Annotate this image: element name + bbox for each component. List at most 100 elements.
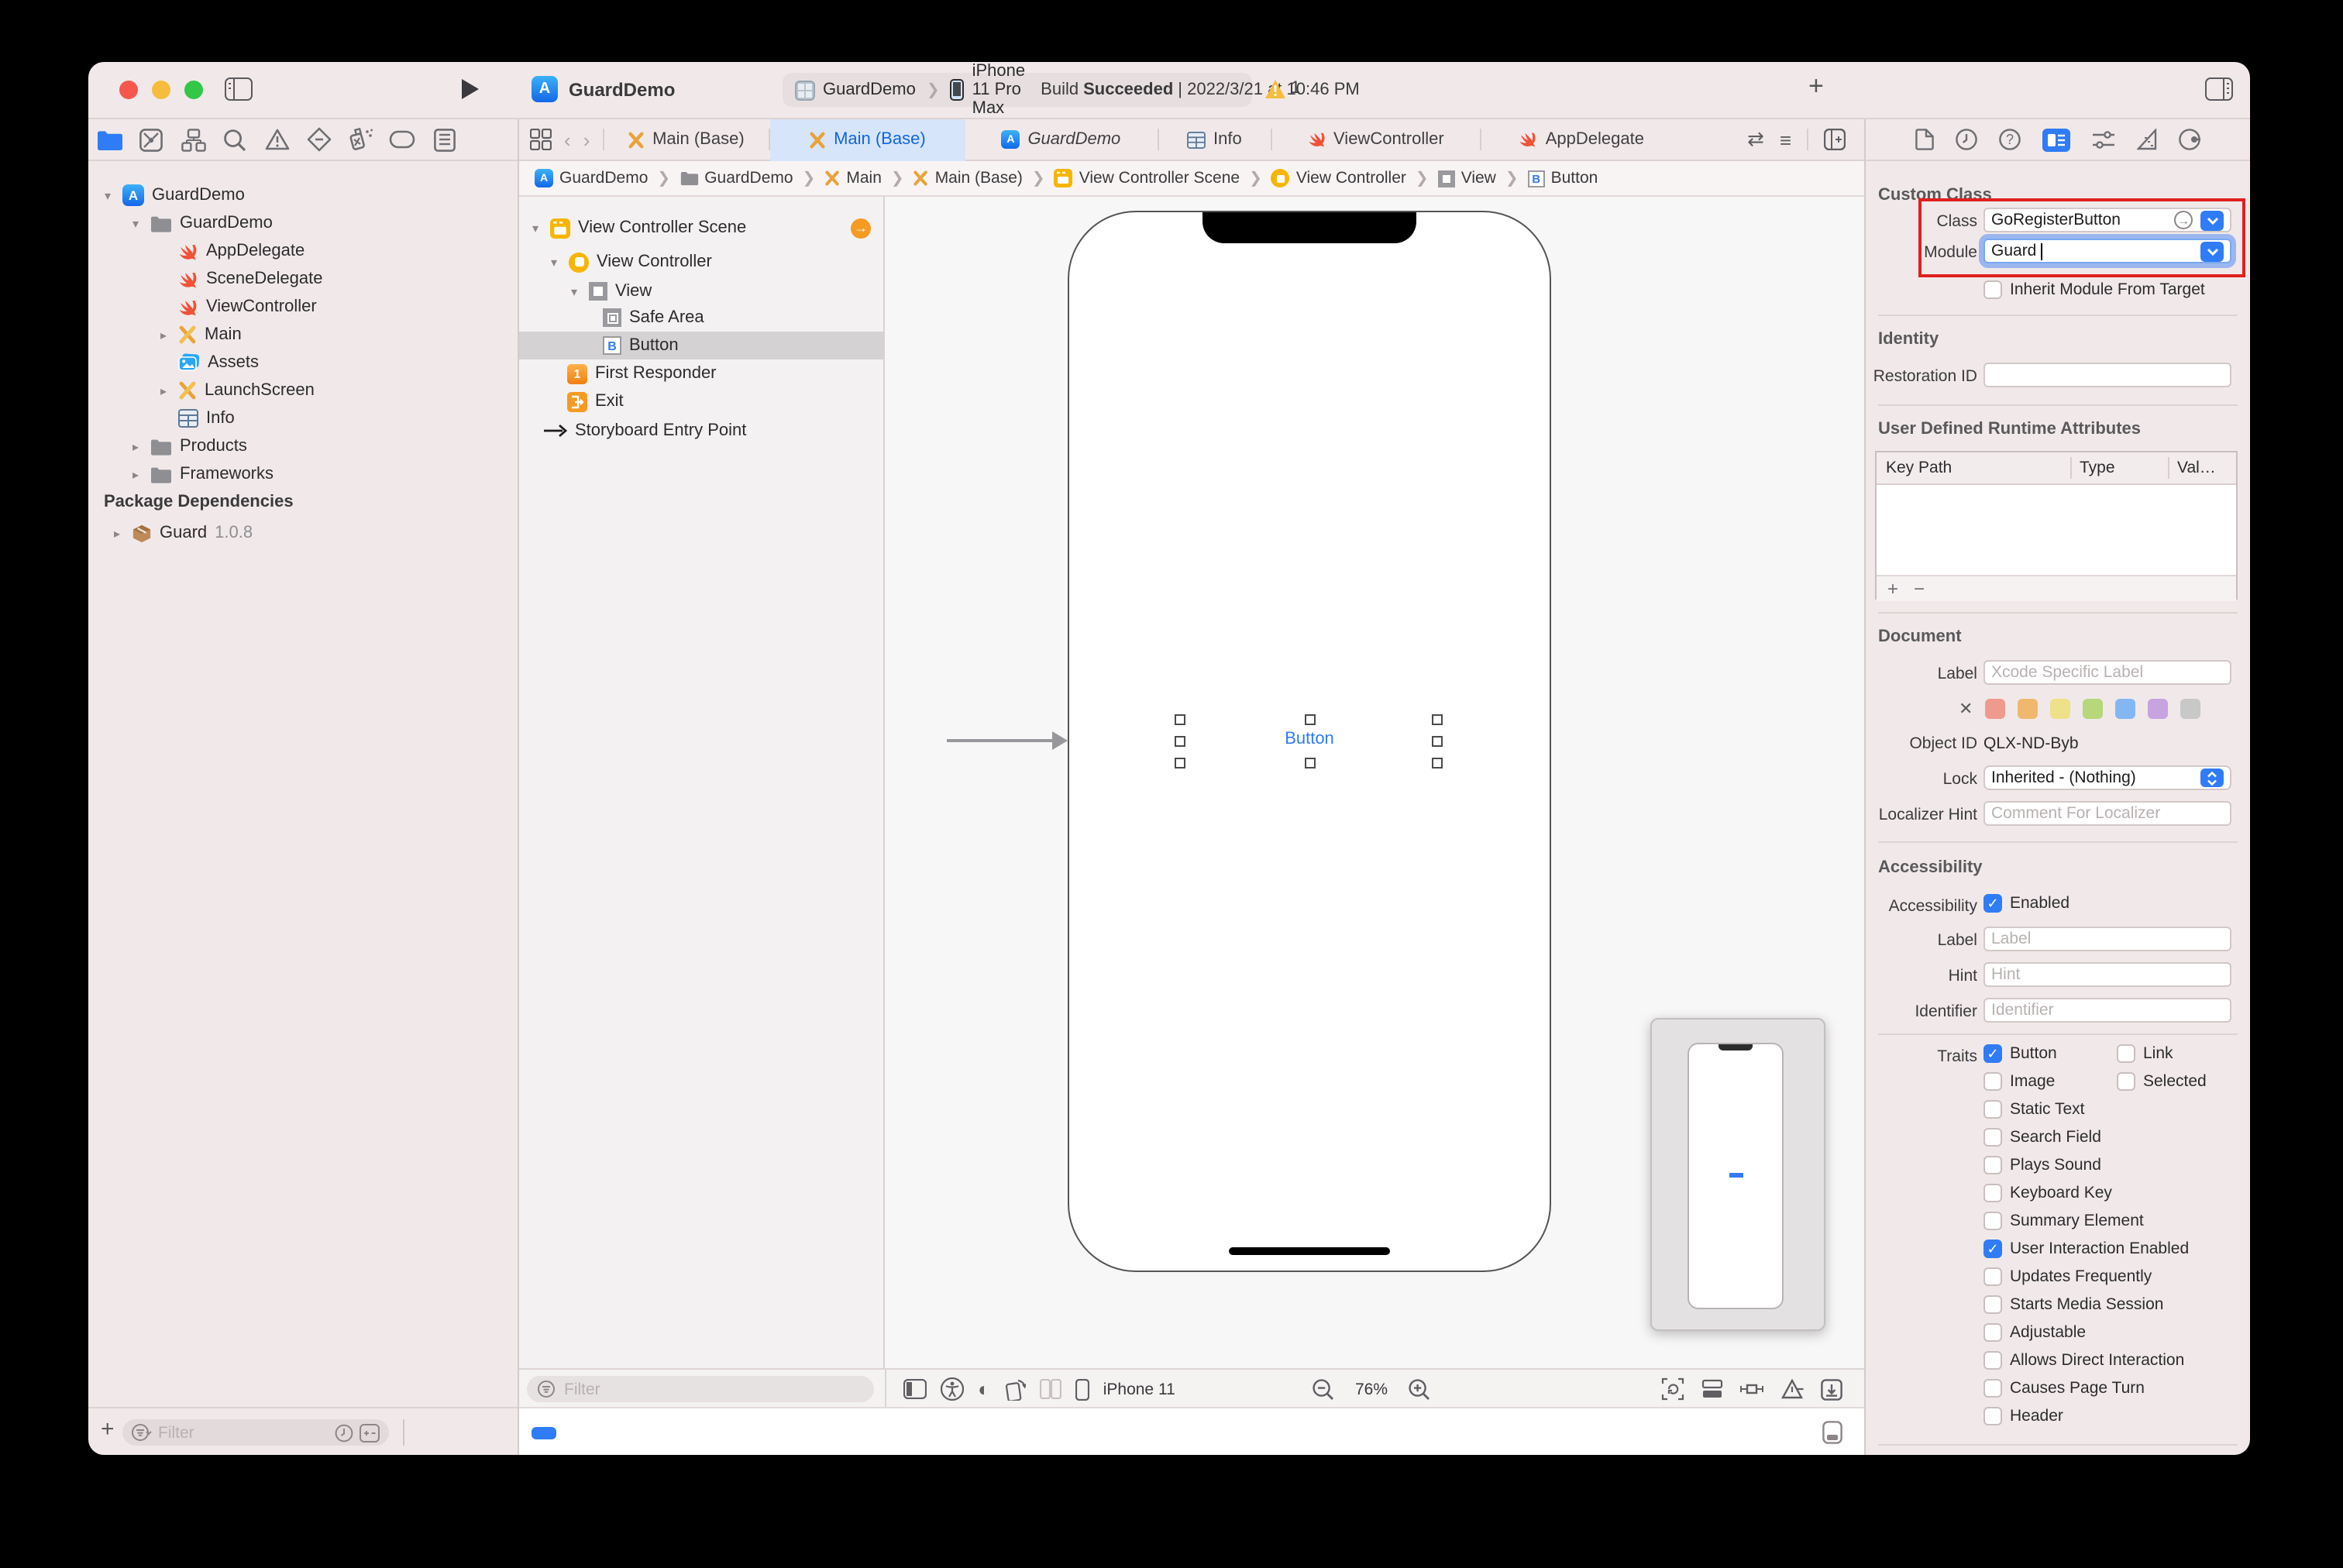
trait-checkbox[interactable] [2117,1044,2135,1063]
embed-in-stack-icon[interactable] [1701,1379,1723,1399]
scheme-target[interactable]: GuardDemo [823,81,916,99]
quick-help-inspector-icon[interactable]: ? [1999,129,2021,150]
accessibility-enabled-checkbox[interactable]: ✓ [1983,894,2002,913]
no-color-icon[interactable]: ✕ [1959,699,1973,719]
trait-allows-direct-interaction[interactable]: Allows Direct Interaction [1983,1351,2184,1370]
selection-handle[interactable] [1432,714,1443,725]
chevron-down-icon[interactable]: ▾ [129,216,143,230]
column-type[interactable]: Type [2072,459,2168,477]
label-swatch-yellow[interactable] [2050,699,2071,719]
inherit-module-row[interactable]: Inherit Module From Target [1983,280,2205,299]
update-frames-icon[interactable] [1661,1377,1684,1401]
code-review-icon[interactable]: ⇄ [1747,127,1764,152]
runtime-attributes-table[interactable]: Key Path Type Val… + − [1875,451,2238,601]
trait-image[interactable]: Image [1983,1072,2055,1091]
tree-row-file[interactable]: Info [88,404,518,432]
trait-checkbox[interactable]: ✓ [1983,1044,2002,1063]
tree-row-file[interactable]: SceneDelegate [88,265,518,293]
back-button[interactable]: ‹ [564,128,571,151]
column-key-path[interactable]: Key Path [1877,459,2070,477]
connections-inspector-icon[interactable] [2179,129,2200,150]
breadcrumb-project[interactable]: GuardDemo [559,169,648,187]
breadcrumb-button[interactable]: Button [1551,169,1598,187]
tree-row-file[interactable]: ▸ Main [88,321,518,349]
chevron-right-icon[interactable]: ▸ [129,467,143,481]
tree-row-file[interactable]: Assets [88,349,518,377]
document-label-field[interactable]: Xcode Specific Label [1983,660,2231,685]
navigator-filter-field[interactable]: Filter [122,1419,389,1446]
add-attribute-button[interactable]: + [1887,578,1898,600]
chevron-down-icon[interactable]: ▾ [547,255,561,269]
trait-variants-icon[interactable] [1039,1379,1061,1399]
zoom-in-icon[interactable] [1409,1378,1430,1400]
outline-row-safe-area[interactable]: Safe Area [519,304,883,332]
forward-button[interactable]: › [583,128,590,151]
hide-document-outline-icon[interactable] [903,1379,927,1399]
trait-updates-frequently[interactable]: Updates Frequently [1983,1267,2152,1286]
selection-handle[interactable] [1432,736,1443,747]
appearance-icon[interactable]: ◐ [978,1377,990,1401]
debug-navigator-icon[interactable] [344,121,377,158]
selection-handle[interactable] [1175,714,1185,725]
trait-checkbox[interactable] [1983,1267,2002,1286]
trait-selected[interactable]: Selected [2117,1072,2207,1091]
history-inspector-icon[interactable] [1956,129,1977,150]
tab-main-base-1[interactable]: Main (Base) [604,119,768,160]
trait-adjustable[interactable]: Adjustable [1983,1323,2086,1342]
trait-button[interactable]: ✓ Button [1983,1044,2057,1063]
runtime-attributes-empty-body[interactable] [1877,485,2236,575]
zoom-level[interactable]: 76% [1347,1380,1396,1398]
canvas-minimap[interactable] [1650,1018,1825,1331]
trait-causes-page-turn[interactable]: Causes Page Turn [1983,1379,2145,1398]
add-editor-icon[interactable] [1824,129,1846,150]
acc-hint-field[interactable]: Hint [1983,962,2231,987]
test-navigator-icon[interactable] [302,121,335,158]
report-navigator-icon[interactable] [428,121,460,158]
trait-keyboard-key[interactable]: Keyboard Key [1983,1184,2112,1202]
column-value[interactable]: Val… [2169,459,2236,477]
symbol-navigator-icon[interactable] [177,121,209,158]
outline-row-scene[interactable]: ▾ View Controller Scene → [519,214,883,242]
trait-search-field[interactable]: Search Field [1983,1128,2101,1147]
scene-dock-indicator[interactable] [532,1427,556,1439]
tab-main-base-2-active[interactable]: Main (Base) [769,119,965,160]
chevron-down-icon[interactable]: ▾ [528,221,542,235]
outline-row-view[interactable]: ▾ View [519,277,883,305]
toggle-right-sidebar-icon[interactable] [2205,77,2233,101]
trait-checkbox[interactable] [1983,1212,2002,1230]
issue-navigator-icon[interactable] [260,121,293,158]
tree-row-project[interactable]: ▾ A GuardDemo [88,181,518,209]
resolve-autolayout-icon[interactable] [1780,1379,1804,1399]
minimize-window-button[interactable] [152,81,170,99]
trait-checkbox[interactable] [1983,1156,2002,1174]
chevron-right-icon[interactable]: ▸ [129,439,143,453]
source-control-navigator-icon[interactable] [135,121,167,158]
breakpoint-navigator-icon[interactable] [386,121,418,158]
label-swatch-red[interactable] [1985,699,2006,719]
selection-handle[interactable] [1175,758,1185,769]
label-swatch-blue[interactable] [2115,699,2136,719]
run-button[interactable] [460,77,480,101]
trait-plays-sound[interactable]: Plays Sound [1983,1156,2101,1174]
build-status[interactable]: Build Succeeded | 2022/3/21 at 10:46 PM [1041,81,1360,99]
tab-viewcontroller[interactable]: ViewController [1271,119,1479,160]
tab-overview-icon[interactable] [530,129,552,150]
close-window-button[interactable] [119,81,138,99]
tab-appdelegate[interactable]: AppDelegate [1481,119,1682,160]
trait-link[interactable]: Link [2117,1044,2173,1063]
orientation-icon[interactable] [1004,1378,1026,1400]
identity-inspector-icon-selected[interactable] [2042,128,2070,151]
lock-popup[interactable]: Inherited - (Nothing) [1983,765,2231,790]
selection-handle[interactable] [1175,736,1185,747]
size-inspector-icon[interactable] [2137,129,2157,150]
source-control-status-icon[interactable] [360,1423,380,1442]
chevron-right-icon[interactable]: ▸ [110,526,124,540]
outline-row-view-controller[interactable]: ▾ View Controller [519,248,883,276]
label-swatch-orange[interactable] [2018,699,2039,719]
trait-checkbox[interactable] [1983,1184,2002,1202]
trait-checkbox[interactable]: ✓ [1983,1240,2002,1258]
outline-row-exit[interactable]: Exit [519,387,883,415]
breadcrumb-main[interactable]: Main [846,169,882,187]
adjust-editor-icon[interactable] [1821,1378,1842,1400]
chevron-down-icon[interactable]: ▾ [101,188,115,202]
